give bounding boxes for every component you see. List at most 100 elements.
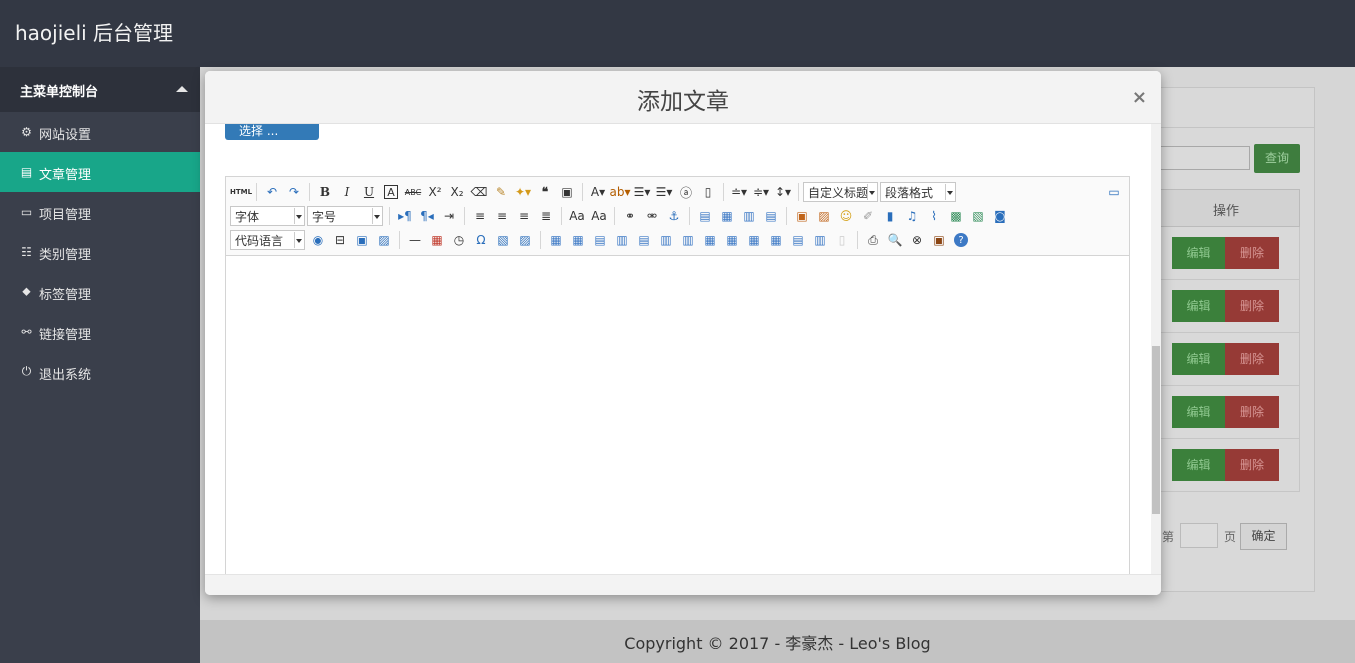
- redo-icon[interactable]: ↷: [283, 182, 305, 202]
- blockquote-icon[interactable]: ❝: [534, 182, 556, 202]
- insert-paragraph-before-table-icon[interactable]: ▤: [589, 230, 611, 250]
- delete-row-icon[interactable]: ▤: [633, 230, 655, 250]
- edit-button[interactable]: 编辑: [1172, 343, 1225, 375]
- align-center-icon[interactable]: ≡: [491, 206, 513, 226]
- highlight-color-icon[interactable]: ab▾: [609, 182, 631, 202]
- font-border-icon[interactable]: A: [384, 185, 398, 199]
- delete-col-icon[interactable]: ▥: [677, 230, 699, 250]
- row-spacing-top-icon[interactable]: ≐▾: [728, 182, 750, 202]
- brand-title[interactable]: haojieli 后台管理: [15, 17, 173, 46]
- html-source-icon[interactable]: HTML: [230, 182, 252, 202]
- align-right-icon[interactable]: ≡: [513, 206, 535, 226]
- split-cols-icon[interactable]: ▥: [809, 230, 831, 250]
- search-replace-icon[interactable]: ⊗: [906, 230, 928, 250]
- time-icon[interactable]: ◷: [448, 230, 470, 250]
- word-image-icon[interactable]: ▧: [492, 230, 514, 250]
- split-rows-icon[interactable]: ▤: [787, 230, 809, 250]
- fullscreen-icon[interactable]: ▭: [1103, 182, 1125, 202]
- auto-format-icon[interactable]: ✦▾: [512, 182, 534, 202]
- date-icon[interactable]: ▦: [426, 230, 448, 250]
- attachment-icon[interactable]: ⌇: [923, 206, 945, 226]
- row-spacing-bottom-icon[interactable]: ≑▾: [750, 182, 772, 202]
- insert-row-icon[interactable]: ▥: [611, 230, 633, 250]
- gmap-icon[interactable]: ▧: [967, 206, 989, 226]
- unordered-list-icon[interactable]: ☰▾: [653, 182, 675, 202]
- page-number-input[interactable]: [1180, 523, 1218, 548]
- edit-button[interactable]: 编辑: [1172, 449, 1225, 481]
- background-icon[interactable]: ▨: [373, 230, 395, 250]
- simple-upload-icon[interactable]: ▣: [791, 206, 813, 226]
- choose-file-button[interactable]: 选择 ...: [225, 124, 319, 140]
- align-justify-icon[interactable]: ≣: [535, 206, 557, 226]
- insert-image-icon[interactable]: ▨: [813, 206, 835, 226]
- paragraph-format-select[interactable]: 段落格式: [880, 182, 956, 202]
- sidebar-item-site-settings[interactable]: ⚙ 网站设置: [0, 112, 200, 152]
- superscript-icon[interactable]: X²: [424, 182, 446, 202]
- help-icon[interactable]: ?: [954, 233, 968, 247]
- wordimage-icon[interactable]: ▨: [514, 230, 536, 250]
- sidebar-item-tags[interactable]: ⬥ 标签管理: [0, 272, 200, 312]
- custom-title-select[interactable]: 自定义标题: [803, 182, 878, 202]
- strikethrough-icon[interactable]: ABC: [402, 182, 424, 202]
- delete-button[interactable]: 删除: [1225, 396, 1279, 428]
- delete-button[interactable]: 删除: [1225, 449, 1279, 481]
- delete-button[interactable]: 删除: [1225, 343, 1279, 375]
- uppercase-icon[interactable]: Aa: [566, 206, 588, 226]
- drafts-icon[interactable]: ▣: [928, 230, 950, 250]
- link-icon[interactable]: ⚭: [619, 206, 641, 226]
- font-color-icon[interactable]: A▾: [587, 182, 609, 202]
- sidebar-item-links[interactable]: ⚯ 链接管理: [0, 312, 200, 352]
- font-family-select[interactable]: 字体: [230, 206, 305, 226]
- merge-down-icon[interactable]: ▦: [743, 230, 765, 250]
- insert-video-icon[interactable]: ▮: [879, 206, 901, 226]
- image-right-icon[interactable]: ▥: [738, 206, 760, 226]
- webapp-icon[interactable]: ◉: [307, 230, 329, 250]
- indent-icon[interactable]: ⇥: [438, 206, 460, 226]
- underline-icon[interactable]: U: [358, 182, 380, 202]
- insert-table-icon[interactable]: ▦: [545, 230, 567, 250]
- align-left-icon[interactable]: ≡: [469, 206, 491, 226]
- sidebar-item-projects[interactable]: ▭ 项目管理: [0, 192, 200, 232]
- sidebar-item-categories[interactable]: ☷ 类别管理: [0, 232, 200, 272]
- insert-frame-icon[interactable]: ◙: [989, 206, 1011, 226]
- template-icon[interactable]: ▣: [351, 230, 373, 250]
- emotion-icon[interactable]: ☺: [835, 206, 857, 226]
- close-icon[interactable]: ×: [1132, 87, 1147, 108]
- ltr-icon[interactable]: ▸¶: [394, 206, 416, 226]
- sidebar-item-logout[interactable]: ⏻ 退出系统: [0, 352, 200, 392]
- font-size-select[interactable]: 字号: [307, 206, 383, 226]
- special-chars-icon[interactable]: Ω: [470, 230, 492, 250]
- subscript-icon[interactable]: X₂: [446, 182, 468, 202]
- undo-icon[interactable]: ↶: [261, 182, 283, 202]
- scrollbar-thumb[interactable]: [1152, 346, 1160, 514]
- lowercase-icon[interactable]: Aa: [588, 206, 610, 226]
- format-brush-icon[interactable]: ✎: [490, 182, 512, 202]
- preview-icon[interactable]: 🔍: [884, 230, 906, 250]
- delete-table-icon[interactable]: ▦: [567, 230, 589, 250]
- ordered-list-icon[interactable]: ☰▾: [631, 182, 653, 202]
- edit-button[interactable]: 编辑: [1172, 290, 1225, 322]
- image-left-icon[interactable]: ▦: [716, 206, 738, 226]
- paste-plain-icon[interactable]: ▣: [556, 182, 578, 202]
- map-icon[interactable]: ▩: [945, 206, 967, 226]
- merge-cells-icon[interactable]: ▦: [699, 230, 721, 250]
- print-icon[interactable]: ⎙: [862, 230, 884, 250]
- query-button[interactable]: 查询: [1254, 144, 1300, 173]
- search-input[interactable]: [1160, 146, 1250, 170]
- code-language-select[interactable]: 代码语言: [230, 230, 305, 250]
- edit-button[interactable]: 编辑: [1172, 237, 1225, 269]
- image-center-icon[interactable]: ▤: [760, 206, 782, 226]
- sidebar-item-articles[interactable]: ▤ 文章管理: [0, 152, 200, 192]
- editor-content-area[interactable]: [226, 256, 1129, 574]
- page-confirm-button[interactable]: 确定: [1240, 523, 1287, 550]
- delete-button[interactable]: 删除: [1225, 237, 1279, 269]
- unlink-icon[interactable]: ⚮: [641, 206, 663, 226]
- insert-col-icon[interactable]: ▥: [655, 230, 677, 250]
- rtl-icon[interactable]: ¶◂: [416, 206, 438, 226]
- scrawl-icon[interactable]: ✐: [857, 206, 879, 226]
- italic-icon[interactable]: I: [336, 182, 358, 202]
- modal-scrollbar[interactable]: [1151, 124, 1161, 574]
- sidebar-header[interactable]: 主菜单控制台: [0, 67, 200, 112]
- anchor-icon[interactable]: ⚓: [663, 206, 685, 226]
- split-cells-icon[interactable]: ▦: [765, 230, 787, 250]
